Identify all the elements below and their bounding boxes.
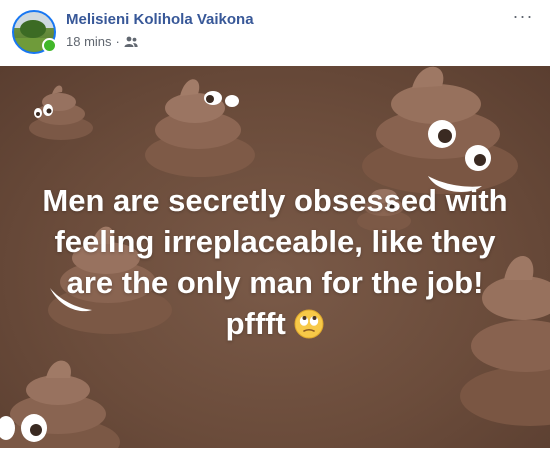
post-time[interactable]: 18 mins [66,34,112,49]
online-status-icon [42,38,57,53]
background-post: Men are secretly obsessed with feeling i… [0,66,550,448]
post-text-line: are the only man for the job! [66,265,484,300]
more-options-icon[interactable]: ··· [512,7,534,25]
tree-shape [20,20,46,38]
profile-avatar[interactable] [12,10,57,54]
post-text-line: pffft [225,306,286,341]
post-text: Men are secretly obsessed with feeling i… [0,180,550,344]
post-text-line-last: pffft [0,303,550,344]
facebook-post: Melisieni Kolihola Vaikona 18 mins · ··· [0,0,550,457]
poop-emoji-icon [29,85,93,140]
post-text-line: Men are secretly obsessed with [42,183,508,218]
meta-separator: · [115,34,120,49]
post-header: Melisieni Kolihola Vaikona 18 mins · ··· [0,0,550,66]
friends-icon[interactable] [124,36,138,48]
post-text-line: feeling irreplaceable, like they [54,224,496,259]
author-name[interactable]: Melisieni Kolihola Vaikona [66,11,254,28]
rolling-eyes-emoji-icon [294,309,324,339]
poop-emoji-icon [0,360,120,448]
poop-emoji-icon [145,79,255,177]
post-meta: 18 mins · [66,34,138,49]
